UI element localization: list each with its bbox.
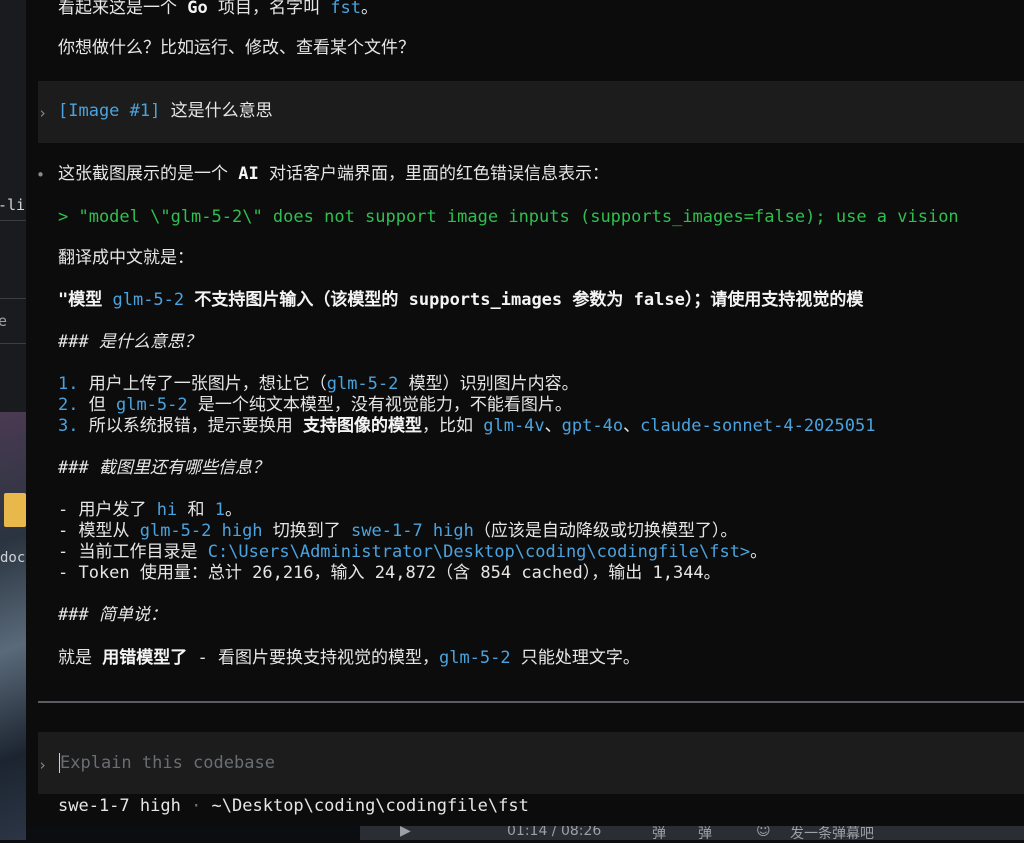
divider bbox=[38, 701, 1024, 703]
text: 2. bbox=[58, 395, 79, 415]
folder-icon[interactable] bbox=[4, 493, 26, 527]
chevron-right-icon: › bbox=[38, 756, 48, 774]
divider bbox=[0, 298, 26, 299]
text: 1 bbox=[214, 500, 225, 520]
list-item: - 用户发了 hi 和 1。 bbox=[58, 500, 242, 521]
text: - 模型从 bbox=[58, 521, 140, 541]
list-item: - Token 使用量：总计 26,216，输入 24,872（含 854 ca… bbox=[58, 563, 721, 583]
text: AI bbox=[238, 164, 259, 184]
terminal-window: 看起来这是一个 Go 项目，名字叫 fst。 你想做什么？比如运行、修改、查看某… bbox=[26, 0, 1024, 826]
text: glm-5-2 bbox=[112, 290, 185, 310]
assistant-message-line: 你想做什么？比如运行、修改、查看某个文件？ bbox=[58, 38, 415, 58]
text: 模型）识别图片内容。 bbox=[398, 374, 579, 394]
text: 但 bbox=[78, 395, 116, 415]
text: "模型 bbox=[58, 290, 113, 310]
summary-line: 就是 用错模型了 - 看图片要换支持视觉的模型，glm-5-2 只能处理文字。 bbox=[58, 648, 640, 669]
divider bbox=[0, 343, 26, 344]
separator: · bbox=[180, 796, 212, 816]
chevron-right-icon: › bbox=[38, 104, 48, 122]
text: - 用户发了 bbox=[58, 500, 157, 520]
text: glm-4v bbox=[483, 416, 545, 436]
list-item: 3. 所以系统报错，提示要换用 支持图像的模型，比如 glm-4v、gpt-4o… bbox=[58, 416, 875, 437]
bullet-icon: • bbox=[36, 166, 46, 184]
text: 就是 bbox=[58, 648, 103, 668]
text: glm-5-2 bbox=[438, 648, 511, 668]
text: 对话客户端界面，里面的红色错误信息表示： bbox=[258, 164, 609, 184]
folder-label: doc bbox=[0, 550, 26, 566]
text: - 当前工作目录是 bbox=[58, 542, 208, 562]
text: 切换到了 bbox=[262, 521, 352, 541]
text: 这张截图展示的是一个 bbox=[58, 164, 239, 184]
text: 不支持图片输入（该模型的 bbox=[184, 290, 409, 310]
text: hi bbox=[156, 500, 178, 520]
text: claude-sonnet-4-2025051 bbox=[640, 416, 876, 436]
text: 1. bbox=[58, 374, 79, 394]
text: supports_images bbox=[408, 290, 563, 310]
text: 这是什么意思 bbox=[160, 101, 273, 121]
list-item: 1. 用户上传了一张图片，想让它（glm-5-2 模型）识别图片内容。 bbox=[58, 374, 579, 395]
text: 只能处理文字。 bbox=[510, 648, 640, 668]
section-heading: ### 截图里还有哪些信息？ bbox=[58, 458, 269, 478]
text: 看起来这是一个 bbox=[58, 0, 188, 18]
background-text-fragment: -li bbox=[0, 196, 26, 214]
text: gpt-4o bbox=[561, 416, 624, 436]
text: C:\Users\Administrator\Desktop\coding\co… bbox=[207, 542, 751, 562]
text: - 看图片要换支持视觉的模型， bbox=[187, 648, 439, 668]
danmaku-toggle[interactable]: 弹 bbox=[652, 823, 666, 843]
model-name[interactable]: swe-1-7 high bbox=[58, 796, 181, 816]
text: ，比如 bbox=[421, 416, 484, 436]
text: 参数为 bbox=[562, 290, 634, 310]
text: 所以系统报错，提示要换用 bbox=[78, 416, 303, 436]
danmaku-input[interactable]: 发一条弹幕吧 bbox=[790, 823, 874, 843]
status-bar: swe-1-7 high · ~\Desktop\coding\codingfi… bbox=[58, 796, 529, 816]
translation-line: "模型 glm-5-2 不支持图片输入（该模型的 supports_images… bbox=[58, 290, 863, 311]
wallpaper bbox=[0, 412, 26, 840]
text: 。 bbox=[224, 500, 242, 520]
list-item: 2. 但 glm-5-2 是一个纯文本模型，没有视觉能力，不能看图片。 bbox=[58, 395, 572, 416]
text: glm-5-2 high bbox=[139, 521, 263, 541]
text: 和 bbox=[177, 500, 215, 520]
text: 用户上传了一张图片，想让它（ bbox=[78, 374, 327, 394]
assistant-message-line: 这张截图展示的是一个 AI 对话客户端界面，里面的红色错误信息表示： bbox=[58, 164, 609, 185]
section-heading: ### 是什么意思？ bbox=[58, 332, 201, 352]
text: glm-5-2 bbox=[326, 374, 399, 394]
text: 3. bbox=[58, 416, 79, 436]
text: 是一个纯文本模型，没有视觉能力，不能看图片。 bbox=[187, 395, 572, 415]
error-quote: > "model \"glm-5-2\" does not support im… bbox=[58, 207, 959, 227]
text: Go bbox=[187, 0, 208, 18]
assistant-message-line: 看起来这是一个 Go 项目，名字叫 fst。 bbox=[58, 0, 378, 19]
user-message: [Image #1] 这是什么意思 bbox=[58, 101, 273, 122]
danmaku-settings[interactable]: 弹 bbox=[698, 823, 712, 843]
chat-input-placeholder[interactable]: Explain this codebase bbox=[60, 753, 275, 773]
background-text-fragment: e bbox=[0, 312, 8, 330]
text: false bbox=[633, 290, 685, 310]
text: 项目，名字叫 bbox=[207, 0, 331, 18]
list-item: - 模型从 glm-5-2 high 切换到了 swe-1-7 high（应该是… bbox=[58, 521, 737, 542]
text: 、 bbox=[544, 416, 562, 436]
text: 用错模型了 bbox=[102, 648, 188, 668]
divider bbox=[0, 220, 26, 221]
list-item: - 当前工作目录是 C:\Users\Administrator\Desktop… bbox=[58, 542, 767, 563]
section-heading: ### 简单说： bbox=[58, 605, 167, 625]
image-attachment-tag[interactable]: [Image #1] bbox=[58, 101, 160, 121]
text: fst bbox=[330, 0, 361, 18]
text: glm-5-2 bbox=[115, 395, 188, 415]
text: 。 bbox=[750, 542, 768, 562]
text: 支持图像的模型 bbox=[302, 416, 422, 436]
text: 。 bbox=[360, 0, 378, 18]
working-directory: ~\Desktop\coding\codingfile\fst bbox=[211, 796, 529, 816]
desktop-background: -li e doc bbox=[0, 0, 26, 840]
text: （应该是自动降级或切换模型了）。 bbox=[473, 521, 738, 541]
text: 、 bbox=[623, 416, 641, 436]
text: ）；请使用支持视觉的模 bbox=[684, 290, 864, 310]
text: swe-1-7 high bbox=[351, 521, 474, 541]
assistant-message-line: 翻译成中文就是： bbox=[58, 248, 194, 268]
